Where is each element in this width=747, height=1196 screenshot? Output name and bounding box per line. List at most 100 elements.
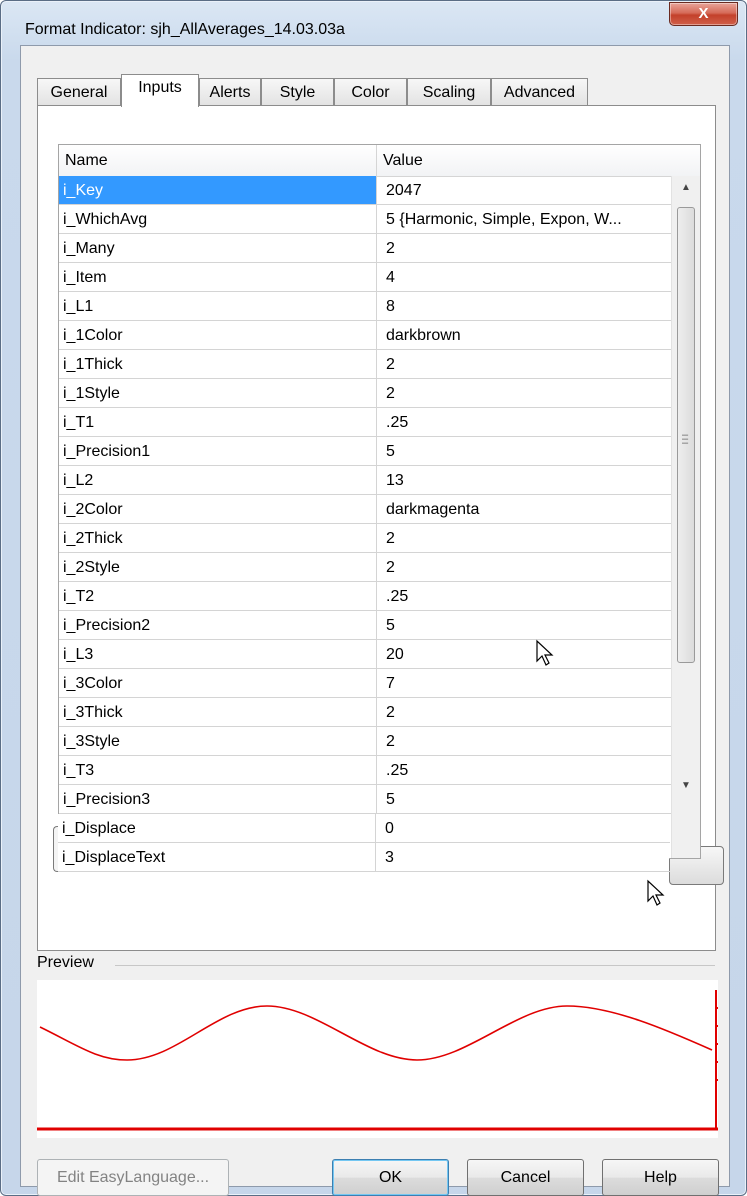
input-name-cell[interactable]: i_T3 [59, 756, 377, 784]
input-value-cell[interactable]: 2 [377, 698, 671, 726]
input-name-cell[interactable]: i_Many [59, 234, 377, 262]
table-row[interactable]: i_Precision2 5 [59, 611, 671, 640]
help-button[interactable]: Help [602, 1159, 719, 1196]
input-value-cell[interactable]: .25 [377, 582, 671, 610]
table-row[interactable]: i_DisplaceText 3 [58, 843, 670, 872]
input-name-cell[interactable]: i_T1 [59, 408, 377, 436]
dialog-client-area: General Inputs Alerts Style Color Scalin… [20, 45, 735, 1196]
table-row[interactable]: i_L2 13 [59, 466, 671, 495]
input-value-cell[interactable]: 13 [377, 466, 671, 494]
input-value-cell[interactable]: .25 [377, 756, 671, 784]
input-value-cell[interactable]: 2 [377, 379, 671, 407]
table-row[interactable]: i_2Style 2 [59, 553, 671, 582]
table-row[interactable]: i_3Style 2 [59, 727, 671, 756]
input-name-cell[interactable]: i_DisplaceText [58, 843, 376, 871]
table-row[interactable]: i_T2.25 [59, 582, 671, 611]
close-button[interactable]: X [669, 2, 738, 26]
table-row[interactable]: i_2Color darkmagenta [59, 495, 671, 524]
table-row[interactable]: i_T3.25 [59, 756, 671, 785]
input-value-cell[interactable]: 2 [377, 524, 671, 552]
table-row[interactable]: i_Key 2047 [59, 176, 671, 205]
input-name-cell[interactable]: i_L3 [59, 640, 377, 668]
input-value-cell[interactable]: 2 [377, 234, 671, 262]
ok-button[interactable]: OK [332, 1159, 449, 1196]
input-name-cell[interactable]: i_T2 [59, 582, 377, 610]
input-name-cell[interactable]: i_2Thick [59, 524, 377, 552]
input-name-cell[interactable]: i_1Thick [59, 350, 377, 378]
table-row[interactable]: i_3Color 7 [59, 669, 671, 698]
input-value-cell[interactable]: 3 [376, 843, 670, 871]
column-header-value[interactable]: Value [377, 145, 671, 176]
table-row[interactable]: i_3Thick 2 [59, 698, 671, 727]
table-row[interactable]: i_Precision1 5 [59, 437, 671, 466]
input-name-cell[interactable]: i_L2 [59, 466, 377, 494]
grid-vertical-scrollbar[interactable]: ▲ – – – ▼ [671, 176, 700, 858]
table-row[interactable]: i_Many 2 [59, 234, 671, 263]
input-value-cell[interactable]: 7 [377, 669, 671, 697]
input-value-cell[interactable]: darkmagenta [377, 495, 671, 523]
title-bar[interactable]: Format Indicator: sjh_AllAverages_14.03.… [1, 1, 746, 38]
tab-advanced[interactable]: Advanced [491, 78, 588, 105]
input-name-cell[interactable]: i_Precision3 [59, 785, 377, 813]
close-icon: X [698, 5, 709, 22]
table-row[interactable]: i_Item 4 [59, 263, 671, 292]
tab-scaling[interactable]: Scaling [407, 78, 491, 105]
input-name-cell[interactable]: i_3Thick [59, 698, 377, 726]
input-name-cell[interactable]: i_1Color [59, 321, 377, 349]
input-value-cell[interactable]: .25 [377, 408, 671, 436]
input-value-cell[interactable]: 2 [377, 553, 671, 581]
table-row[interactable]: i_1Color darkbrown [59, 321, 671, 350]
edit-easylanguage-button[interactable]: Edit EasyLanguage... [37, 1159, 229, 1196]
tab-general[interactable]: General [37, 78, 121, 105]
table-row[interactable]: i_L1 8 [59, 292, 671, 321]
input-name-cell[interactable]: i_3Color [59, 669, 377, 697]
input-name-cell[interactable]: i_Precision2 [59, 611, 377, 639]
input-value-cell[interactable]: darkbrown [377, 321, 671, 349]
table-row[interactable]: i_1Thick 2 [59, 350, 671, 379]
input-value-cell[interactable]: 20 [377, 640, 671, 668]
column-header-name[interactable]: Name [59, 145, 376, 176]
input-name-cell[interactable]: i_WhichAvg [59, 205, 377, 233]
input-value-cell[interactable]: 2047 [377, 176, 671, 204]
preview-divider [115, 965, 715, 966]
tab-alerts[interactable]: Alerts [199, 78, 261, 105]
input-name-cell[interactable]: i_L1 [59, 292, 377, 320]
input-value-cell[interactable]: 2 [377, 727, 671, 755]
table-row[interactable]: i_2Thick 2 [59, 524, 671, 553]
table-row[interactable]: i_T1.25 [59, 408, 671, 437]
input-name-cell[interactable]: i_Item [59, 263, 377, 291]
input-name-cell[interactable]: i_3Style [59, 727, 377, 755]
scroll-down-arrow-icon[interactable]: ▼ [672, 774, 700, 798]
input-value-cell[interactable]: 0 [376, 814, 670, 842]
preview-label: Preview [37, 954, 94, 971]
format-indicator-dialog: Format Indicator: sjh_AllAverages_14.03.… [0, 0, 747, 1196]
input-name-cell[interactable]: i_1Style [59, 379, 377, 407]
tab-color-label: Color [351, 84, 390, 101]
input-value-cell[interactable]: 2 [377, 350, 671, 378]
table-row[interactable]: i_L3 20 [59, 640, 671, 669]
tab-inputs[interactable]: Inputs [121, 74, 199, 107]
cancel-button[interactable]: Cancel [467, 1159, 584, 1196]
preview-chart [37, 990, 735, 1131]
scroll-up-arrow-icon[interactable]: ▲ [672, 176, 700, 200]
input-name-cell[interactable]: i_2Style [59, 553, 377, 581]
input-value-cell[interactable]: 4 [377, 263, 671, 291]
scrollbar-thumb[interactable]: – – – [677, 207, 695, 663]
input-name-cell[interactable]: i_2Color [59, 495, 377, 523]
input-name-cell[interactable]: i_Key [59, 176, 377, 204]
tab-inputs-label: Inputs [138, 79, 182, 96]
input-name-cell[interactable]: i_Precision1 [59, 437, 377, 465]
input-value-cell[interactable]: 8 [377, 292, 671, 320]
table-row[interactable]: i_WhichAvg 5 {Harmonic, Simple, Expon, W.… [59, 205, 671, 234]
table-row[interactable]: i_Displace 0 [58, 814, 670, 843]
input-value-cell[interactable]: 5 {Harmonic, Simple, Expon, W... [377, 205, 671, 233]
input-value-cell[interactable]: 5 [377, 611, 671, 639]
inputs-grid: Name Value i_Key 2047 i_WhichAvg 5 {Harmoni… [58, 144, 701, 859]
tab-style[interactable]: Style [261, 78, 334, 105]
tab-color[interactable]: Color [334, 78, 407, 105]
input-name-cell[interactable]: i_Displace [58, 814, 376, 842]
table-row[interactable]: i_1Style 2 [59, 379, 671, 408]
input-value-cell[interactable]: 5 [377, 785, 671, 813]
input-value-cell[interactable]: 5 [377, 437, 671, 465]
table-row[interactable]: i_Precision3 5 [59, 785, 671, 814]
